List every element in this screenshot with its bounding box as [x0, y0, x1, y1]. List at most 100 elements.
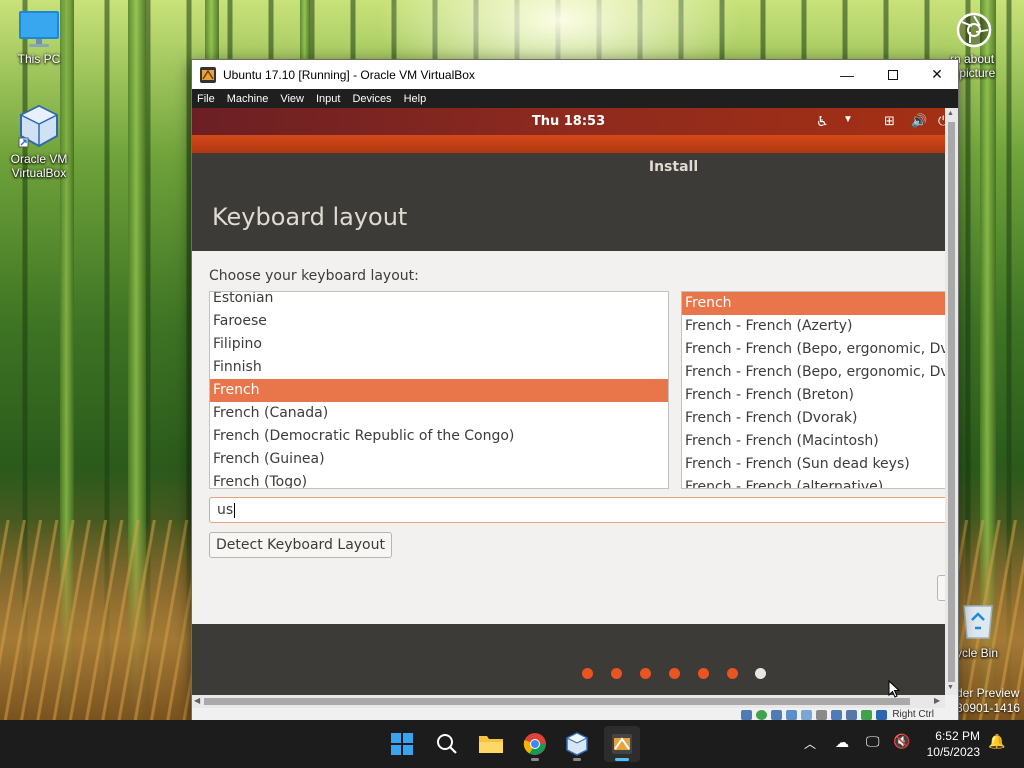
search-button[interactable] [429, 726, 465, 762]
scrollbar-thumb[interactable] [948, 122, 955, 682]
list-item[interactable]: French - French (Sun dead keys) [682, 453, 945, 476]
keyboard-variant-list[interactable]: French French - French (Azerty) French -… [681, 291, 945, 489]
list-item-selected[interactable]: French [682, 292, 945, 315]
network-icon[interactable]: 🖵 [866, 733, 880, 750]
list-item[interactable]: Finnish [210, 356, 668, 379]
desktop-icon-virtualbox[interactable]: Oracle VM VirtualBox [1, 104, 77, 180]
desktop-icon-this-pc[interactable]: This PC [1, 10, 77, 66]
keyboard-layout-list[interactable]: Estonian Faroese Filipino Finnish French… [209, 291, 669, 489]
menu-view[interactable]: View [280, 93, 304, 105]
close-icon: ✕ [931, 66, 943, 82]
scroll-down-icon[interactable]: ▼ [947, 684, 954, 691]
desktop-icon-label: Oracle VM VirtualBox [10, 152, 68, 180]
list-item[interactable]: Faroese [210, 310, 668, 333]
horizontal-scrollbar[interactable]: ◀ ▶ [192, 695, 945, 708]
guest-display[interactable]: Thu 18:53 ♿ ▼ ⊞ 🔊 ⏻ Install Keyboard lay… [192, 108, 945, 695]
chrome-button[interactable] [517, 726, 553, 762]
network-adapter-icon[interactable] [786, 709, 798, 720]
list-item[interactable]: French - French (Breton) [682, 384, 945, 407]
camera-lens-icon [956, 12, 992, 48]
list-item[interactable]: French - French (Macintosh) [682, 430, 945, 453]
menu-input[interactable]: Input [316, 93, 340, 105]
minimize-button[interactable]: — [824, 60, 870, 89]
recycle-bin-icon [963, 605, 993, 639]
vertical-scrollbar[interactable]: ▲ ▼ [945, 108, 958, 695]
test-input-value: us [217, 502, 234, 518]
list-item[interactable]: French (Democratic Republic of the Congo… [210, 425, 668, 448]
maximize-button[interactable] [870, 60, 916, 89]
watermark-line1: der Preview [956, 686, 1020, 700]
accessibility-icon[interactable]: ♿ [816, 113, 829, 130]
scroll-right-icon[interactable]: ▶ [934, 696, 940, 705]
list-item[interactable]: French - French (alternative) [682, 476, 945, 488]
taskbar-clock[interactable]: 6:52 PM 10/5/2023 [918, 728, 980, 760]
ubuntu-vm-taskbar-button[interactable] [604, 726, 640, 762]
hard-disk-icon[interactable] [741, 709, 753, 720]
file-explorer-button[interactable] [473, 726, 509, 762]
virtualbox-vm-window: Ubuntu 17.10 [Running] - Oracle VM Virtu… [191, 59, 959, 721]
windows-build-watermark: der Preview 30901-1416 [956, 686, 1020, 716]
ubuntu-clock[interactable]: Thu 18:53 [192, 114, 945, 129]
installer-window-titlebar[interactable] [192, 135, 945, 153]
desktop-icon-recycle-bin[interactable]: cycle Bin [950, 598, 1024, 660]
ubuntu-vm-icon [200, 66, 216, 83]
menu-devices[interactable]: Devices [352, 93, 391, 105]
close-button[interactable]: ✕ [914, 60, 960, 89]
display-icon[interactable] [831, 709, 843, 720]
scroll-up-icon[interactable]: ▲ [947, 110, 954, 117]
virtualbox-manager-button[interactable] [559, 726, 595, 762]
list-item[interactable]: French (Guinea) [210, 448, 668, 471]
learn-about-picture[interactable]: rn about s picture [950, 12, 1024, 80]
list-item[interactable]: French (Togo) [210, 471, 668, 488]
audio-icon[interactable] [771, 709, 783, 720]
scroll-left-icon[interactable]: ◀ [194, 696, 200, 705]
power-icon[interactable]: ⏻ [938, 113, 945, 129]
video-capture-icon[interactable] [846, 709, 858, 720]
start-button[interactable] [384, 726, 420, 762]
virtualbox-icon [18, 104, 59, 148]
virtualbox-icon [565, 732, 589, 756]
progress-dot [669, 668, 680, 679]
windows-logo-icon [391, 733, 413, 755]
mouse-integration-icon[interactable] [876, 709, 888, 720]
installer-header: Install Keyboard layout [192, 153, 945, 251]
list-item[interactable]: French (Canada) [210, 402, 668, 425]
minimize-icon: — [840, 66, 854, 83]
chevron-down-icon[interactable]: ▼ [843, 114, 853, 125]
cpu-icon[interactable] [861, 709, 873, 720]
maximize-icon [888, 69, 898, 80]
show-hidden-icons-chevron-icon[interactable]: ︿ [804, 735, 816, 752]
list-item[interactable]: French - French (Azerty) [682, 315, 945, 338]
scrollbar-thumb[interactable] [204, 698, 910, 705]
running-indicator [531, 758, 539, 761]
list-item[interactable]: Estonian [210, 292, 668, 310]
progress-dot [698, 668, 709, 679]
ubuntu-top-bar: Thu 18:53 ♿ ▼ ⊞ 🔊 ⏻ [192, 108, 945, 135]
menu-machine[interactable]: Machine [227, 93, 269, 105]
list-item[interactable]: French - French (Bepo, ergonomic, Dvorak… [682, 361, 945, 384]
keyboard-test-input[interactable]: us [209, 497, 945, 523]
list-item[interactable]: French - French (Bepo, ergonomic, Dvorak… [682, 338, 945, 361]
progress-dot [640, 668, 651, 679]
usb-icon[interactable] [801, 709, 813, 720]
list-item[interactable]: French - French (Dvorak) [682, 407, 945, 430]
notification-bell-icon[interactable]: 🔔 [988, 733, 1005, 750]
continue-button-partial[interactable] [937, 575, 945, 601]
window-titlebar[interactable]: Ubuntu 17.10 [Running] - Oracle VM Virtu… [192, 60, 958, 89]
volume-muted-icon[interactable]: 🔇 [893, 733, 910, 750]
list-item-selected[interactable]: French [210, 379, 668, 402]
onedrive-cloud-icon[interactable]: ☁ [835, 734, 849, 751]
network-icon[interactable]: ⊞ [884, 113, 895, 129]
detect-keyboard-layout-button[interactable]: Detect Keyboard Layout [209, 532, 392, 558]
watermark-line2: 30901-1416 [956, 701, 1021, 715]
optical-drive-icon[interactable] [756, 709, 768, 720]
shared-folder-icon[interactable] [816, 709, 828, 720]
progress-dot [582, 668, 593, 679]
list-item[interactable]: Filipino [210, 333, 668, 356]
taskbar-time: 6:52 PM [935, 729, 980, 743]
menu-file[interactable]: File [197, 93, 215, 105]
page-title: Keyboard layout [212, 203, 408, 231]
desktop-icon-label: This PC [17, 52, 61, 66]
volume-icon[interactable]: 🔊 [911, 113, 927, 129]
menu-help[interactable]: Help [404, 93, 427, 105]
